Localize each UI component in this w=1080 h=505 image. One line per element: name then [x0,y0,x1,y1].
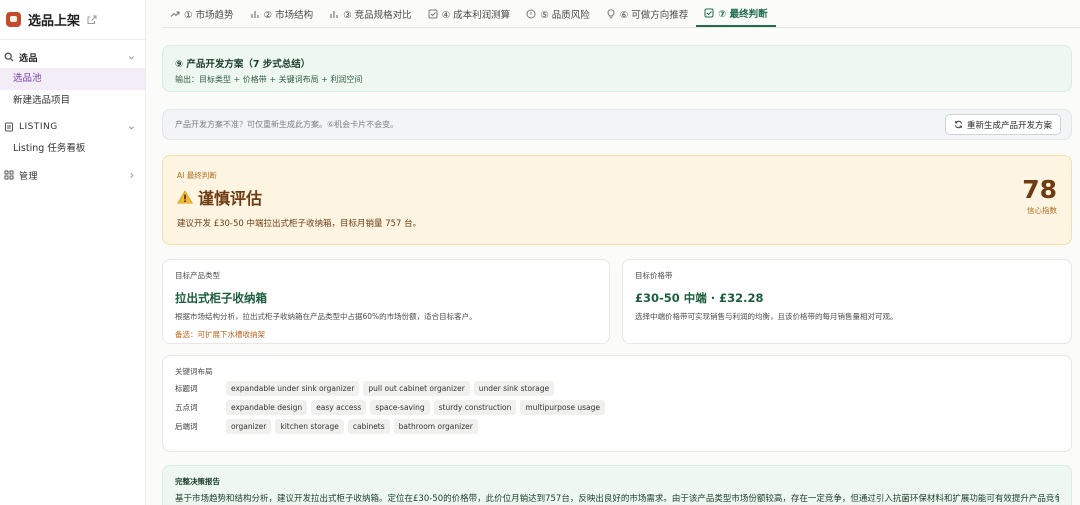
target-price-card: 目标价格带 £30-50 中端 · £32.28 选择中端价格带可实现销售与利润… [622,259,1072,344]
checkbox-icon [428,9,438,18]
keyword-tag: easy access [311,400,367,415]
keyword-row-label: 后端词 [175,422,198,431]
keyword-tag: pull out cabinet organizer [363,381,470,396]
chevron-right-icon [130,172,134,178]
sidebar-item-new-project[interactable]: 新建选品项目 [0,90,145,112]
chevron-down-icon [128,55,135,60]
tab-quality-risk[interactable]: ⑤ 品质风险 [518,0,598,27]
nav-group-admin[interactable]: 管理 [0,166,145,184]
verdict-label: AI 最终判断 [177,171,217,180]
verdict-description: 建议开发 £30-50 中端拉出式柜子收纳箱，目标月销量 757 台。 [177,219,422,229]
target-price-label: 目标价格带 [635,271,673,280]
plan-title: ⑨ 产品开发方案（7 步式总结） [175,59,311,70]
keyword-tag: under sink storage [473,381,555,396]
verdict-title: 谨慎评估 [177,185,1057,209]
sidebar-item-listing-board[interactable]: Listing 任务看板 [0,138,145,160]
trend-icon [170,10,180,17]
target-price-description: 选择中端价格带可实现销售与利润的均衡，且该价格带的每月销售量相对可观。 [635,312,898,321]
tab-competitor-specs[interactable]: ③ 竞品规格对比 [321,0,420,27]
tab-direction[interactable]: ⑥ 可做方向推荐 [598,0,697,27]
external-link-icon[interactable] [87,15,97,25]
sidebar: 选品上架 选品 选品池 新建选品项目 LISTING Listing 任务看板 … [0,0,146,505]
keyword-tag: sturdy construction [433,400,517,415]
keyword-row-title: 标题词 expandable under sink organizer pull… [175,381,1059,396]
sidebar-nav: 选品 选品池 新建选品项目 LISTING Listing 任务看板 管理 [0,40,145,184]
confidence-score-label: 信心指数 [1027,206,1057,215]
target-product-alternative: 备选：可扩展下水槽收纳架 [175,330,265,339]
keyword-row-backend: 后端词 organizer kitchen storage cabinets b… [175,419,1059,434]
refresh-icon [954,120,963,129]
target-product-label: 目标产品类型 [175,271,220,280]
brand-header: 选品上架 [0,0,145,40]
document-icon [5,122,13,132]
keyword-tag: cabinets [347,419,390,434]
lightbulb-icon [607,8,615,18]
keyword-tag: space-saving [370,400,430,415]
decision-report-card: 完整决策报告 基于市场趋势和结构分析，建议开发拉出式柜子收纳箱。定位在£30-5… [162,465,1072,505]
tab-cost-profit[interactable]: ④ 成本利润测算 [420,0,519,27]
warning-icon [177,190,193,204]
product-plan-card: ⑨ 产品开发方案（7 步式总结） 输出：目标类型 + 价格带 + 关键词布局 +… [162,45,1072,92]
target-product-title: 拉出式柜子收纳箱 [175,291,267,305]
report-text: 基于市场趋势和结构分析，建议开发拉出式柜子收纳箱。定位在£30-50的价格带，此… [175,494,1059,504]
keyword-tag: multipurpose usage [520,400,606,415]
grid-icon [4,170,14,180]
keyword-tag: bathroom organizer [393,419,478,434]
app-title: 选品上架 [28,14,81,29]
final-verdict-card: AI 最终判断 谨慎评估 建议开发 £30-50 中端拉出式柜子收纳箱，目标月销… [162,155,1072,245]
keyword-tag: kitchen storage [275,419,344,434]
bar-chart-icon [250,10,259,18]
nav-group-selection[interactable]: 选品 [0,48,145,66]
keyword-tag: expandable design [226,400,308,415]
target-product-description: 根据市场结构分析，拉出式柜子收纳箱在产品类型中占据60%的市场份额，适合目标客户… [175,312,477,321]
keyword-layout-label: 关键词布局 [175,367,213,376]
sidebar-item-selection-pool[interactable]: 选品池 [0,68,145,90]
regenerate-bar: 产品开发方案不准？可仅重新生成此方案。⑥机会卡片不会变。 重新生成产品开发方案 [162,109,1072,140]
target-product-card: 目标产品类型 拉出式柜子收纳箱 根据市场结构分析，拉出式柜子收纳箱在产品类型中占… [162,259,610,344]
bar-chart-icon [330,10,338,18]
keyword-tag: organizer [226,419,272,434]
regenerate-plan-button[interactable]: 重新生成产品开发方案 [944,114,1061,135]
tab-market-structure[interactable]: ② 市场结构 [242,0,322,27]
nav-group-listing[interactable]: LISTING [0,118,145,136]
confidence-score-value: 78 [1022,175,1057,204]
report-title: 完整决策报告 [175,477,220,486]
tab-final-verdict[interactable]: ⑦ 最终判断 [696,0,776,27]
tab-market-trend[interactable]: ① 市场趋势 [162,0,242,27]
checkbox-icon [704,8,714,17]
target-price-title: £30-50 中端 · £32.28 [635,291,764,305]
alert-circle-icon [526,9,536,18]
keyword-row-label: 五点词 [175,403,198,412]
app-logo-icon [6,12,21,27]
step-tabs: ① 市场趋势 ② 市场结构 ③ 竞品规格对比 ④ 成本利润测算 ⑤ 品质风险 ⑥… [162,0,1080,28]
keyword-row-bullets: 五点词 expandable design easy access space-… [175,400,1059,415]
search-icon [4,52,14,62]
keyword-row-label: 标题词 [175,384,198,393]
confidence-score: 78 信心指数 [1022,176,1057,216]
regenerate-hint: 产品开发方案不准？可仅重新生成此方案。⑥机会卡片不会变。 [175,120,399,129]
keyword-layout-card: 关键词布局 标题词 expandable under sink organize… [162,355,1072,452]
plan-subtitle: 输出：目标类型 + 价格带 + 关键词布局 + 利润空间 [175,75,363,84]
chevron-down-icon [128,125,135,130]
keyword-tag: expandable under sink organizer [226,381,360,396]
